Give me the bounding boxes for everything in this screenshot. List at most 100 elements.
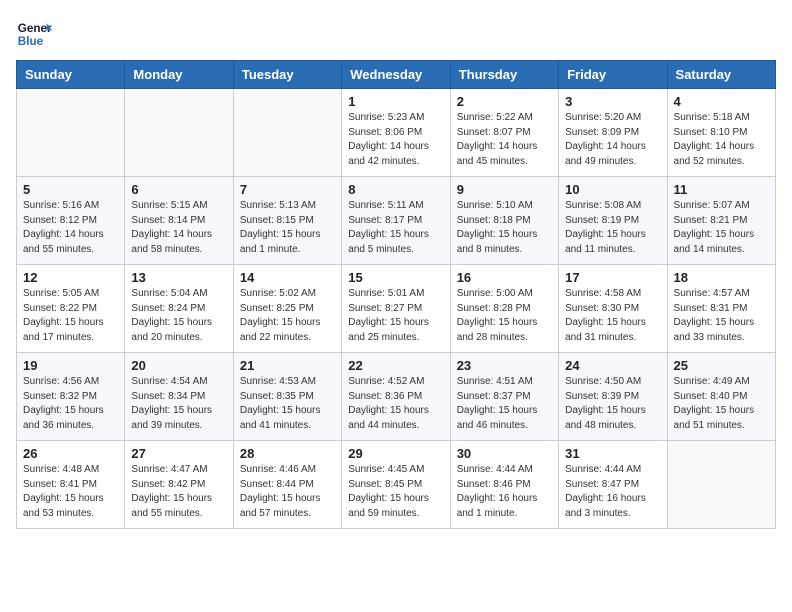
day-info: Sunrise: 4:58 AM Sunset: 8:30 PM Dayligh… — [565, 287, 660, 345]
calendar-cell: 10 Sunrise: 5:08 AM Sunset: 8:19 PM Dayli… — [559, 177, 667, 265]
calendar-cell: 26 Sunrise: 4:48 AM Sunset: 8:41 PM Dayli… — [17, 441, 125, 529]
calendar-cell: 3 Sunrise: 5:20 AM Sunset: 8:09 PM Daylig… — [559, 89, 667, 177]
calendar-cell: 6 Sunrise: 5:15 AM Sunset: 8:14 PM Daylig… — [125, 177, 233, 265]
calendar-week-3: 12 Sunrise: 5:05 AM Sunset: 8:22 PM Dayli… — [17, 265, 776, 353]
calendar-cell: 16 Sunrise: 5:00 AM Sunset: 8:28 PM Dayli… — [450, 265, 558, 353]
day-info: Sunrise: 5:01 AM Sunset: 8:27 PM Dayligh… — [348, 287, 443, 345]
calendar-cell: 12 Sunrise: 5:05 AM Sunset: 8:22 PM Dayli… — [17, 265, 125, 353]
day-number: 21 — [240, 358, 335, 373]
day-number: 6 — [131, 182, 226, 197]
calendar-cell: 1 Sunrise: 5:23 AM Sunset: 8:06 PM Daylig… — [342, 89, 450, 177]
svg-text:Blue: Blue — [18, 35, 44, 48]
calendar-cell: 25Sunrise: 4:49 AM Sunset: 8:40 PM Dayli… — [667, 353, 775, 441]
column-header-wednesday: Wednesday — [342, 61, 450, 89]
day-info: Sunrise: 5:18 AM Sunset: 8:10 PM Dayligh… — [674, 111, 769, 169]
calendar-cell: 11Sunrise: 5:07 AM Sunset: 8:21 PM Dayli… — [667, 177, 775, 265]
day-info: Sunrise: 5:16 AM Sunset: 8:12 PM Dayligh… — [23, 199, 118, 257]
calendar-cell: 31Sunrise: 4:44 AM Sunset: 8:47 PM Dayli… — [559, 441, 667, 529]
calendar-cell: 2 Sunrise: 5:22 AM Sunset: 8:07 PM Daylig… — [450, 89, 558, 177]
calendar-week-2: 5 Sunrise: 5:16 AM Sunset: 8:12 PM Daylig… — [17, 177, 776, 265]
calendar-cell: 24 Sunrise: 4:50 AM Sunset: 8:39 PM Dayli… — [559, 353, 667, 441]
day-number: 1 — [348, 94, 443, 109]
day-number: 24 — [565, 358, 660, 373]
column-header-sunday: Sunday — [17, 61, 125, 89]
day-info: Sunrise: 4:44 AM Sunset: 8:46 PM Dayligh… — [457, 463, 552, 521]
day-number: 30 — [457, 446, 552, 461]
calendar-cell: 13 Sunrise: 5:04 AM Sunset: 8:24 PM Dayli… — [125, 265, 233, 353]
calendar-cell: 8Sunrise: 5:11 AM Sunset: 8:17 PM Daylig… — [342, 177, 450, 265]
column-header-friday: Friday — [559, 61, 667, 89]
day-info: Sunrise: 5:13 AM Sunset: 8:15 PM Dayligh… — [240, 199, 335, 257]
calendar-header-row: SundayMondayTuesdayWednesdayThursdayFrid… — [17, 61, 776, 89]
calendar-cell — [667, 441, 775, 529]
calendar-table: SundayMondayTuesdayWednesdayThursdayFrid… — [16, 60, 776, 529]
day-info: Sunrise: 4:45 AM Sunset: 8:45 PM Dayligh… — [348, 463, 443, 521]
day-info: Sunrise: 4:56 AM Sunset: 8:32 PM Dayligh… — [23, 375, 118, 433]
calendar-cell: 20 Sunrise: 4:54 AM Sunset: 8:34 PM Dayli… — [125, 353, 233, 441]
day-number: 3 — [565, 94, 660, 109]
day-number: 23 — [457, 358, 552, 373]
day-number: 28 — [240, 446, 335, 461]
calendar-cell: 15 Sunrise: 5:01 AM Sunset: 8:27 PM Dayli… — [342, 265, 450, 353]
day-info: Sunrise: 4:44 AM Sunset: 8:47 PM Dayligh… — [565, 463, 660, 521]
day-number: 22 — [348, 358, 443, 373]
day-number: 25 — [674, 358, 769, 373]
day-number: 16 — [457, 270, 552, 285]
calendar-cell: 4 Sunrise: 5:18 AM Sunset: 8:10 PM Daylig… — [667, 89, 775, 177]
logo: General Blue — [16, 16, 52, 52]
calendar-cell: 19 Sunrise: 4:56 AM Sunset: 8:32 PM Dayli… — [17, 353, 125, 441]
calendar-cell: 29 Sunrise: 4:45 AM Sunset: 8:45 PM Dayli… — [342, 441, 450, 529]
day-number: 15 — [348, 270, 443, 285]
day-info: Sunrise: 5:05 AM Sunset: 8:22 PM Dayligh… — [23, 287, 118, 345]
day-number: 19 — [23, 358, 118, 373]
day-number: 29 — [348, 446, 443, 461]
day-number: 18 — [674, 270, 769, 285]
calendar-cell — [233, 89, 341, 177]
day-number: 9 — [457, 182, 552, 197]
calendar-cell: 30 Sunrise: 4:44 AM Sunset: 8:46 PM Dayli… — [450, 441, 558, 529]
day-number: 17 — [565, 270, 660, 285]
logo-icon: General Blue — [16, 16, 52, 52]
day-number: 7 — [240, 182, 335, 197]
column-header-tuesday: Tuesday — [233, 61, 341, 89]
day-info: Sunrise: 4:48 AM Sunset: 8:41 PM Dayligh… — [23, 463, 118, 521]
day-number: 20 — [131, 358, 226, 373]
day-info: Sunrise: 5:11 AM Sunset: 8:17 PM Dayligh… — [348, 199, 443, 257]
calendar-cell — [17, 89, 125, 177]
day-info: Sunrise: 4:54 AM Sunset: 8:34 PM Dayligh… — [131, 375, 226, 433]
day-number: 4 — [674, 94, 769, 109]
day-info: Sunrise: 5:04 AM Sunset: 8:24 PM Dayligh… — [131, 287, 226, 345]
day-number: 10 — [565, 182, 660, 197]
calendar-cell: 9 Sunrise: 5:10 AM Sunset: 8:18 PM Daylig… — [450, 177, 558, 265]
day-info: Sunrise: 4:46 AM Sunset: 8:44 PM Dayligh… — [240, 463, 335, 521]
day-info: Sunrise: 5:00 AM Sunset: 8:28 PM Dayligh… — [457, 287, 552, 345]
day-info: Sunrise: 5:02 AM Sunset: 8:25 PM Dayligh… — [240, 287, 335, 345]
day-info: Sunrise: 4:47 AM Sunset: 8:42 PM Dayligh… — [131, 463, 226, 521]
day-number: 12 — [23, 270, 118, 285]
calendar-cell — [125, 89, 233, 177]
day-info: Sunrise: 4:50 AM Sunset: 8:39 PM Dayligh… — [565, 375, 660, 433]
day-info: Sunrise: 5:08 AM Sunset: 8:19 PM Dayligh… — [565, 199, 660, 257]
day-number: 13 — [131, 270, 226, 285]
calendar-cell: 5 Sunrise: 5:16 AM Sunset: 8:12 PM Daylig… — [17, 177, 125, 265]
day-info: Sunrise: 5:20 AM Sunset: 8:09 PM Dayligh… — [565, 111, 660, 169]
day-info: Sunrise: 4:52 AM Sunset: 8:36 PM Dayligh… — [348, 375, 443, 433]
column-header-thursday: Thursday — [450, 61, 558, 89]
column-header-monday: Monday — [125, 61, 233, 89]
day-number: 26 — [23, 446, 118, 461]
day-number: 2 — [457, 94, 552, 109]
day-number: 5 — [23, 182, 118, 197]
day-info: Sunrise: 4:53 AM Sunset: 8:35 PM Dayligh… — [240, 375, 335, 433]
calendar-week-4: 19 Sunrise: 4:56 AM Sunset: 8:32 PM Dayli… — [17, 353, 776, 441]
day-info: Sunrise: 5:10 AM Sunset: 8:18 PM Dayligh… — [457, 199, 552, 257]
day-info: Sunrise: 5:15 AM Sunset: 8:14 PM Dayligh… — [131, 199, 226, 257]
calendar-cell: 7 Sunrise: 5:13 AM Sunset: 8:15 PM Daylig… — [233, 177, 341, 265]
column-header-saturday: Saturday — [667, 61, 775, 89]
calendar-week-1: 1 Sunrise: 5:23 AM Sunset: 8:06 PM Daylig… — [17, 89, 776, 177]
day-info: Sunrise: 5:07 AM Sunset: 8:21 PM Dayligh… — [674, 199, 769, 257]
day-info: Sunrise: 5:23 AM Sunset: 8:06 PM Dayligh… — [348, 111, 443, 169]
calendar-cell: 28 Sunrise: 4:46 AM Sunset: 8:44 PM Dayli… — [233, 441, 341, 529]
day-number: 14 — [240, 270, 335, 285]
calendar-cell: 27Sunrise: 4:47 AM Sunset: 8:42 PM Dayli… — [125, 441, 233, 529]
day-info: Sunrise: 5:22 AM Sunset: 8:07 PM Dayligh… — [457, 111, 552, 169]
